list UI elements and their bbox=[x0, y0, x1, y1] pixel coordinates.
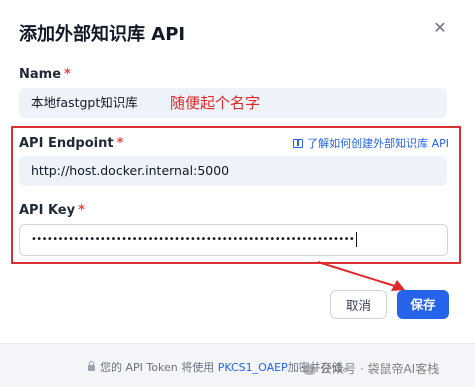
close-icon[interactable]: ✕ bbox=[432, 20, 448, 36]
save-button[interactable]: 保存 bbox=[397, 290, 449, 319]
book-icon bbox=[293, 139, 304, 148]
help-link[interactable]: 了解如何创建外部知识库 API bbox=[293, 135, 449, 151]
api-key-masked-value: ••••••••••••••••••••••••••••••••••••••••… bbox=[31, 234, 355, 245]
endpoint-label-text: API Endpoint bbox=[19, 136, 114, 151]
required-mark: * bbox=[64, 67, 71, 82]
dialog-title: 添加外部知识库 API bbox=[19, 24, 186, 45]
api-key-input[interactable]: ••••••••••••••••••••••••••••••••••••••••… bbox=[19, 224, 448, 256]
wechat-icon bbox=[303, 364, 316, 375]
text-caret bbox=[356, 231, 358, 247]
name-label: Name * bbox=[19, 67, 71, 82]
required-mark: * bbox=[116, 136, 124, 151]
endpoint-label: API Endpoint * bbox=[19, 136, 123, 151]
footer-prefix: 您的 API Token 将使用 bbox=[100, 361, 215, 374]
key-label: API Key * bbox=[19, 203, 85, 218]
endpoint-input-value: http://host.docker.internal:5000 bbox=[31, 163, 230, 178]
annotation-text: 随便起个名字 bbox=[170, 94, 261, 112]
lock-icon bbox=[88, 361, 95, 371]
key-label-text: API Key bbox=[19, 203, 76, 218]
endpoint-input[interactable]: http://host.docker.internal:5000 bbox=[19, 156, 447, 186]
watermark: 公众号 · 袋鼠帝AI客栈 bbox=[303, 360, 439, 377]
encryption-algo: PKCS1_OAEP bbox=[217, 361, 288, 374]
cancel-button[interactable]: 取消 bbox=[330, 290, 387, 319]
name-label-text: Name bbox=[19, 67, 62, 82]
watermark-text: 公众号 · 袋鼠帝AI客栈 bbox=[320, 362, 440, 376]
add-external-kb-dialog: 添加外部知识库 API ✕ Name * 本地fastgpt知识库 随便起个名字 … bbox=[0, 0, 475, 387]
name-input-value: 本地fastgpt知识库 bbox=[31, 95, 138, 110]
required-mark: * bbox=[78, 203, 85, 218]
help-link-text: 了解如何创建外部知识库 API bbox=[307, 137, 449, 150]
